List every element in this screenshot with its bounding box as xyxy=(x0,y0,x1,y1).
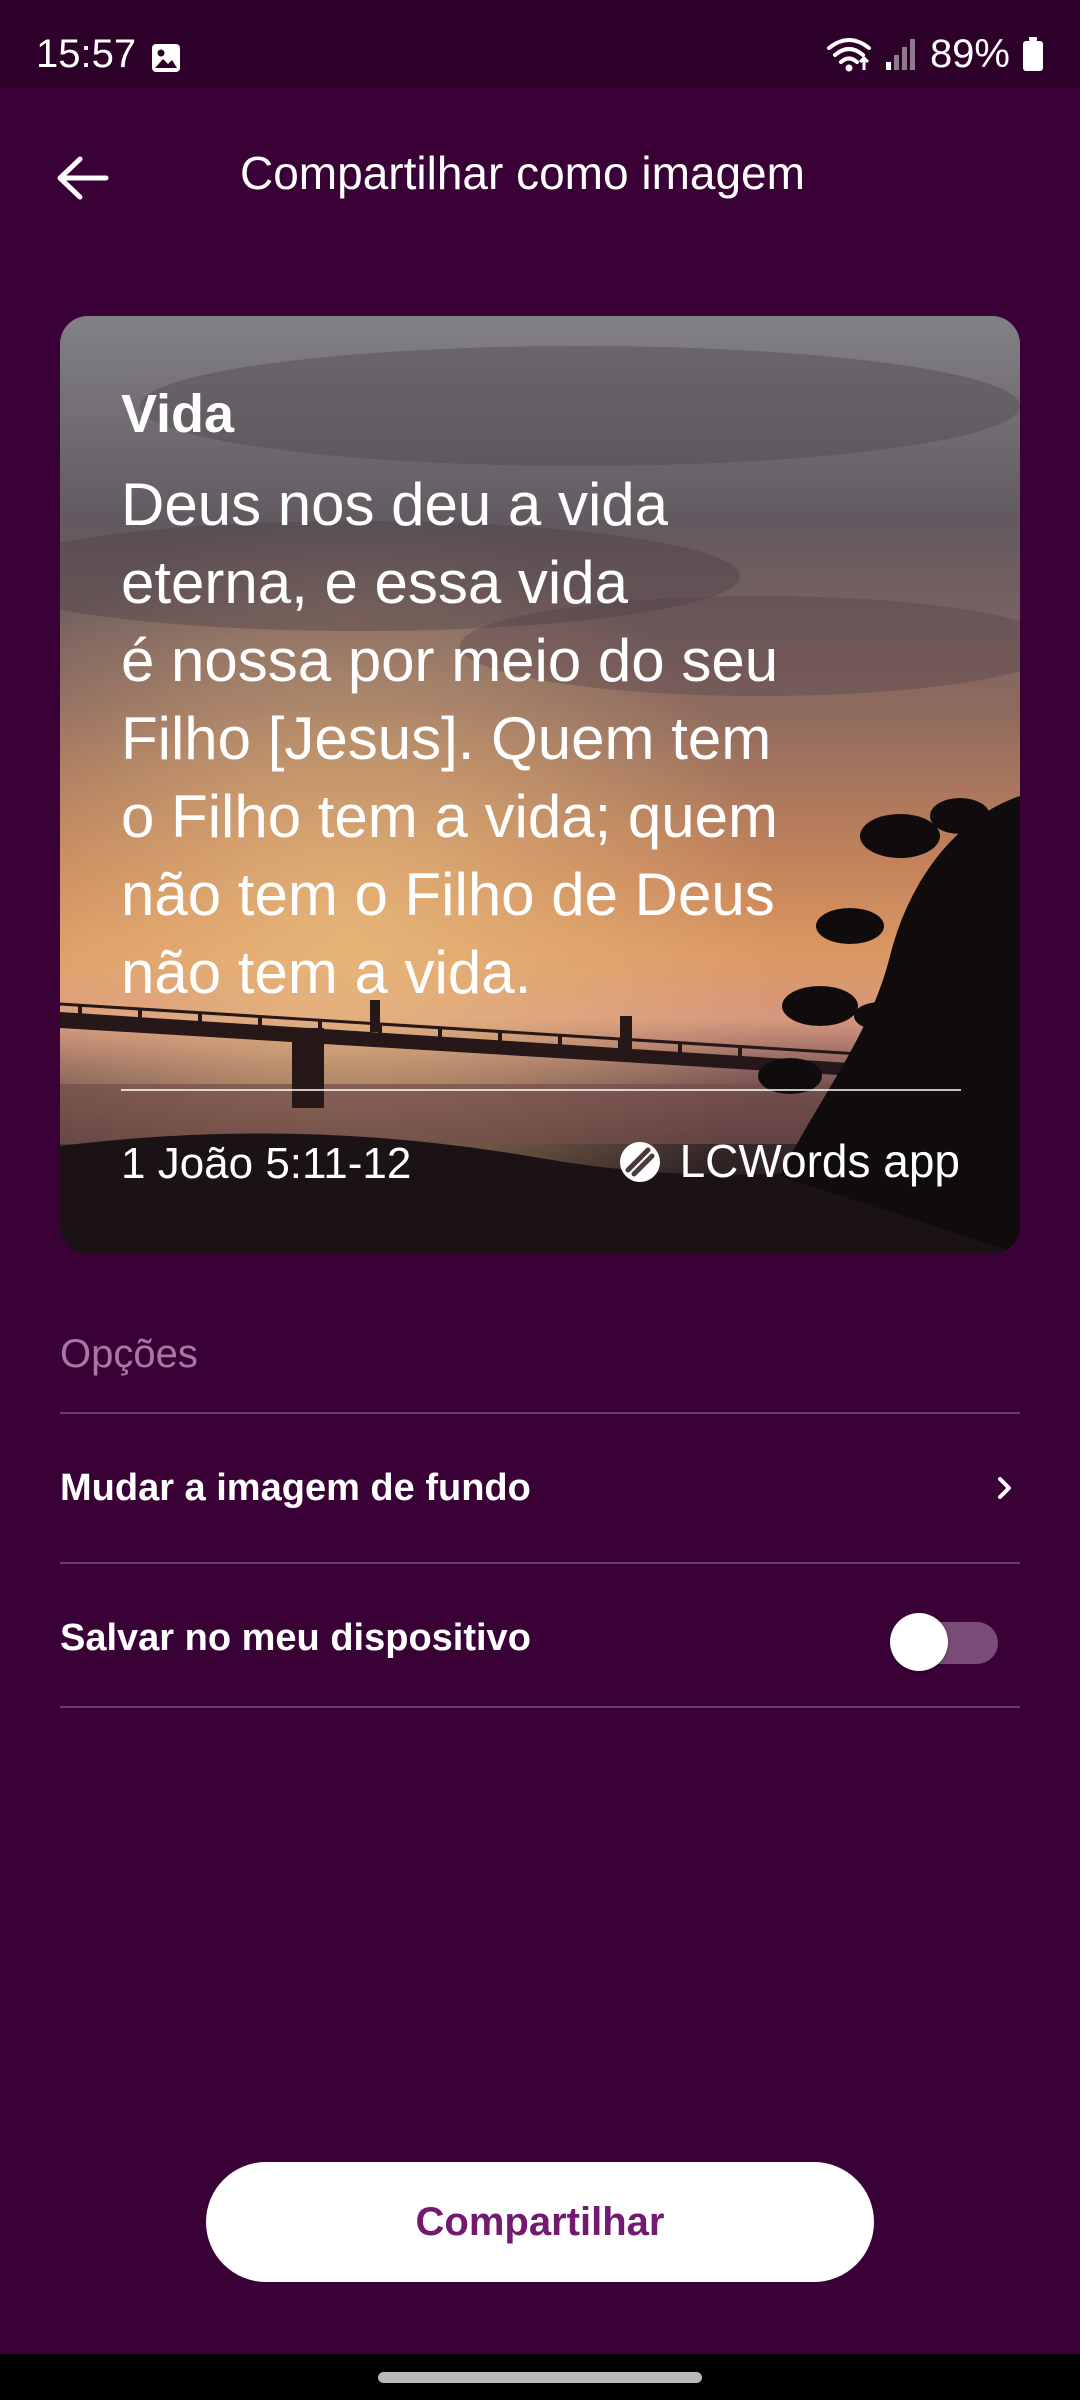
save-to-device-toggle[interactable] xyxy=(890,1610,998,1671)
card-divider xyxy=(121,1089,961,1091)
status-time: 15:57 xyxy=(36,32,137,76)
toggle-knob xyxy=(890,1613,948,1671)
brand-watermark: LCWords app xyxy=(618,1134,960,1189)
options-heading: Opções xyxy=(60,1332,198,1376)
wifi-icon xyxy=(826,38,871,72)
verse-reference: 1 João 5:11-12 xyxy=(121,1139,412,1188)
card-title: Vida xyxy=(121,384,235,444)
share-button-label: Compartilhar xyxy=(415,2199,665,2244)
status-bar: 15:57 89% xyxy=(0,0,1080,88)
options-divider-bottom xyxy=(60,1706,1020,1708)
back-button[interactable] xyxy=(42,138,122,218)
change-background-label: Mudar a imagem de fundo xyxy=(60,1466,531,1509)
brand-label: LCWords app xyxy=(679,1135,960,1187)
save-to-device-option[interactable]: Salvar no meu dispositivo xyxy=(60,1564,1020,1712)
navigation-bar xyxy=(0,2354,1080,2400)
share-image-preview: Vida Deus nos deu a vida eterna, e essa … xyxy=(60,316,1020,1254)
home-indicator[interactable] xyxy=(378,2372,702,2383)
battery-icon xyxy=(1023,37,1043,71)
arrow-left-icon xyxy=(57,156,109,200)
app-header: Compartilhar como imagem xyxy=(0,88,1080,258)
page-title: Compartilhar como imagem xyxy=(240,147,805,199)
save-to-device-label: Salvar no meu dispositivo xyxy=(60,1616,531,1659)
gallery-icon xyxy=(152,44,180,72)
signal-icon xyxy=(885,39,915,70)
change-background-option[interactable]: Mudar a imagem de fundo xyxy=(60,1414,1020,1562)
lcwords-logo-icon xyxy=(619,1141,660,1182)
battery-percent: 89% xyxy=(929,32,1010,76)
status-icons: 89% xyxy=(826,34,1044,74)
share-button[interactable]: Compartilhar xyxy=(206,2162,874,2282)
chevron-right-icon xyxy=(998,1477,1011,1499)
verse-text: Deus nos deu a vida eterna, e essa vida … xyxy=(121,471,779,1006)
